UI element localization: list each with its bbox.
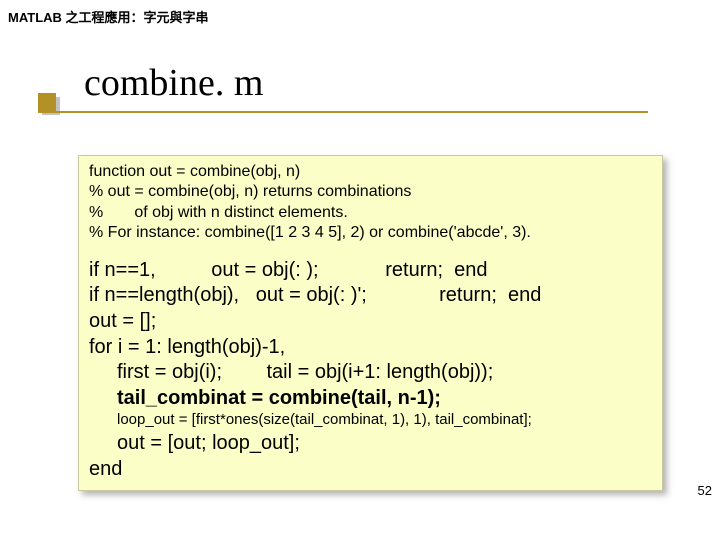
function-header-block: function out = combine(obj, n) % out = c… <box>89 162 652 244</box>
code-line: end <box>89 456 652 482</box>
code-line: if n==length(obj), out = obj(: )'; retur… <box>89 283 652 309</box>
slide-title: combine. m <box>84 61 263 105</box>
code-line-recursive: tail_combinat = combine(tail, n-1); <box>89 386 652 412</box>
code-tail-block: out = [out; loop_out]; end <box>89 430 652 482</box>
slide-header: MATLAB 之工程應用：字元與字串 <box>0 0 720 33</box>
title-area: combine. m <box>38 61 720 115</box>
code-line: if n==1, out = obj(: ); return; end <box>89 258 652 284</box>
code-line: for i = 1: length(obj)-1, <box>89 335 652 361</box>
code-line: % For instance: combine([1 2 3 4 5], 2) … <box>89 223 652 243</box>
page-number: 52 <box>698 483 712 498</box>
code-line: out = []; <box>89 309 652 335</box>
code-line: function out = combine(obj, n) <box>89 162 652 182</box>
title-bullet-icon <box>38 93 56 111</box>
code-line: loop_out = [first*ones(size(tail_combina… <box>89 411 652 430</box>
code-line: first = obj(i); tail = obj(i+1: length(o… <box>89 360 652 386</box>
code-line: out = [out; loop_out]; <box>89 430 652 456</box>
code-line: % out = combine(obj, n) returns combinat… <box>89 182 652 202</box>
code-box: function out = combine(obj, n) % out = c… <box>78 155 663 491</box>
code-line: % of obj with n distinct elements. <box>89 203 652 223</box>
code-body-block: if n==1, out = obj(: ); return; end if n… <box>89 258 652 412</box>
title-underline <box>38 111 648 113</box>
